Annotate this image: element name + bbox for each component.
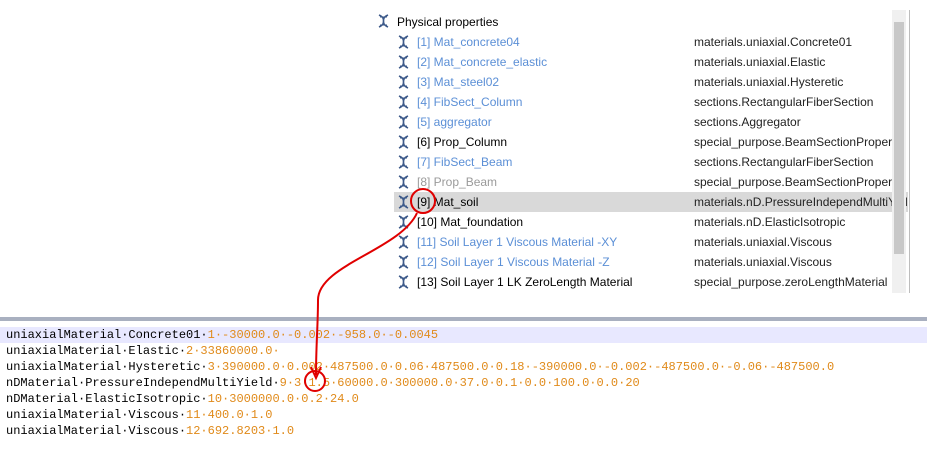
tree-row-1[interactable]: [1] Mat_concrete04 materials.uniaxial.Co…	[394, 32, 908, 52]
dna-icon	[398, 95, 409, 112]
code-args: 12·692.8203·1.0	[186, 424, 295, 438]
physical-properties-tree: Physical properties [1] Mat_concrete04 m…	[370, 10, 908, 293]
code-keyword: uniaxialMaterial·Hysteretic·	[6, 360, 208, 374]
code-keyword: uniaxialMaterial·Concrete01·	[6, 328, 208, 342]
dna-icon	[378, 13, 389, 31]
row-name: [8] Prop_Beam	[417, 175, 498, 189]
row-name: [4] FibSect_Column	[417, 95, 523, 109]
tree-row-3[interactable]: [3] Mat_steel02 materials.uniaxial.Hyste…	[394, 72, 908, 92]
code-line-5[interactable]: nDMaterial·ElasticIsotropic·10·3000000.0…	[6, 391, 359, 407]
tree-row-11[interactable]: [11] Soil Layer 1 Viscous Material -XY m…	[394, 232, 908, 252]
code-args: 9·3·1.5·60000.0·300000.0·37.0·0.1·0.0·10…	[279, 376, 640, 390]
tree-row-7[interactable]: [7] FibSect_Beam sections.RectangularFib…	[394, 152, 908, 172]
code-keyword: uniaxialMaterial·Viscous·	[6, 424, 187, 438]
row-type: sections.Aggregator	[694, 115, 801, 129]
dna-icon	[398, 35, 409, 52]
row-name: [9] Mat_soil	[417, 195, 479, 209]
row-type: materials.nD.PressureIndependMultiYield	[694, 195, 908, 209]
scrollbar-thumb[interactable]	[894, 22, 904, 254]
dna-icon	[398, 55, 409, 72]
row-name: [7] FibSect_Beam	[417, 155, 513, 169]
code-line-3[interactable]: uniaxialMaterial·Hysteretic·3·390000.0·0…	[6, 359, 834, 375]
row-name: [1] Mat_concrete04	[417, 35, 520, 49]
dna-icon	[398, 155, 409, 172]
tree-header[interactable]: Physical properties	[378, 12, 498, 32]
code-args: 3·390000.0·0.002·487500.0·0.06·487500.0·…	[207, 360, 835, 374]
tree-row-10[interactable]: [10] Mat_foundation materials.nD.Elastic…	[394, 212, 908, 232]
tree-header-label: Physical properties	[397, 15, 499, 29]
code-line-4[interactable]: nDMaterial·PressureIndependMultiYield·9·…	[6, 375, 640, 391]
row-type: materials.uniaxial.Viscous	[694, 255, 832, 269]
dna-icon	[398, 235, 409, 252]
tree-row-12[interactable]: [12] Soil Layer 1 Viscous Material -Z ma…	[394, 252, 908, 272]
tree-row-8[interactable]: [8] Prop_Beam special_purpose.BeamSectio…	[394, 172, 908, 192]
tree-row-9-selected[interactable]: [9] Mat_soil materials.nD.PressureIndepe…	[394, 192, 908, 212]
dna-icon	[398, 215, 409, 232]
row-name: [5] aggregator	[417, 115, 492, 129]
row-type: special_purpose.BeamSectionProperty	[694, 135, 902, 149]
tree-row-5[interactable]: [5] aggregator sections.Aggregator	[394, 112, 908, 132]
dna-icon	[398, 255, 409, 272]
tree-row-13[interactable]: [13] Soil Layer 1 LK ZeroLength Material…	[394, 272, 908, 292]
code-line-6[interactable]: uniaxialMaterial·Viscous·11·400.0·1.0	[6, 407, 272, 423]
code-args: 1·-30000.0·-0.002·-958.0·-0.0045	[207, 328, 439, 342]
code-args: 11·400.0·1.0	[186, 408, 273, 422]
row-type: materials.uniaxial.Elastic	[694, 55, 826, 69]
row-name: [6] Prop_Column	[417, 135, 508, 149]
row-name: [12] Soil Layer 1 Viscous Material -Z	[417, 255, 610, 269]
row-name: [2] Mat_concrete_elastic	[417, 55, 548, 69]
row-name: [10] Mat_foundation	[417, 215, 524, 229]
code-args: 10·3000000.0·0.2·24.0	[207, 392, 359, 406]
code-line-2[interactable]: uniaxialMaterial·Elastic·2·33860000.0·	[6, 343, 280, 359]
row-type: special_purpose.zeroLengthMaterial	[694, 275, 888, 289]
row-name: [3] Mat_steel02	[417, 75, 500, 89]
row-name: [13] Soil Layer 1 LK ZeroLength Material	[417, 275, 633, 289]
dna-icon	[398, 75, 409, 92]
code-editor[interactable]: uniaxialMaterial·Concrete01·1·-30000.0·-…	[0, 317, 927, 464]
tree-scrollbar[interactable]	[892, 10, 906, 293]
row-type: materials.uniaxial.Hysteretic	[694, 75, 844, 89]
row-type: special_purpose.BeamSectionProperty	[694, 175, 902, 189]
code-line-7[interactable]: uniaxialMaterial·Viscous·12·692.8203·1.0	[6, 423, 294, 439]
code-keyword: uniaxialMaterial·Viscous·	[6, 408, 187, 422]
code-args: 2·33860000.0·	[186, 344, 280, 358]
code-line-1[interactable]: uniaxialMaterial·Concrete01·1·-30000.0·-…	[0, 327, 927, 343]
row-type: sections.RectangularFiberSection	[694, 155, 874, 169]
dna-icon	[398, 195, 409, 212]
row-type: sections.RectangularFiberSection	[694, 95, 874, 109]
code-keyword: uniaxialMaterial·Elastic·	[6, 344, 187, 358]
row-type: materials.uniaxial.Concrete01	[694, 35, 853, 49]
row-type: materials.nD.ElasticIsotropic	[694, 215, 846, 229]
tree-row-2[interactable]: [2] Mat_concrete_elastic materials.uniax…	[394, 52, 908, 72]
dna-icon	[398, 275, 409, 292]
dna-icon	[398, 175, 409, 192]
code-keyword: nDMaterial·ElasticIsotropic·	[6, 392, 208, 406]
tree-row-6[interactable]: [6] Prop_Column special_purpose.BeamSect…	[394, 132, 908, 152]
tree-row-4[interactable]: [4] FibSect_Column sections.RectangularF…	[394, 92, 908, 112]
code-keyword: nDMaterial·PressureIndependMultiYield·	[6, 376, 280, 390]
row-type: materials.uniaxial.Viscous	[694, 235, 832, 249]
dna-icon	[398, 135, 409, 152]
dna-icon	[398, 115, 409, 132]
row-name: [11] Soil Layer 1 Viscous Material -XY	[417, 235, 618, 249]
panel-divider	[909, 10, 910, 293]
